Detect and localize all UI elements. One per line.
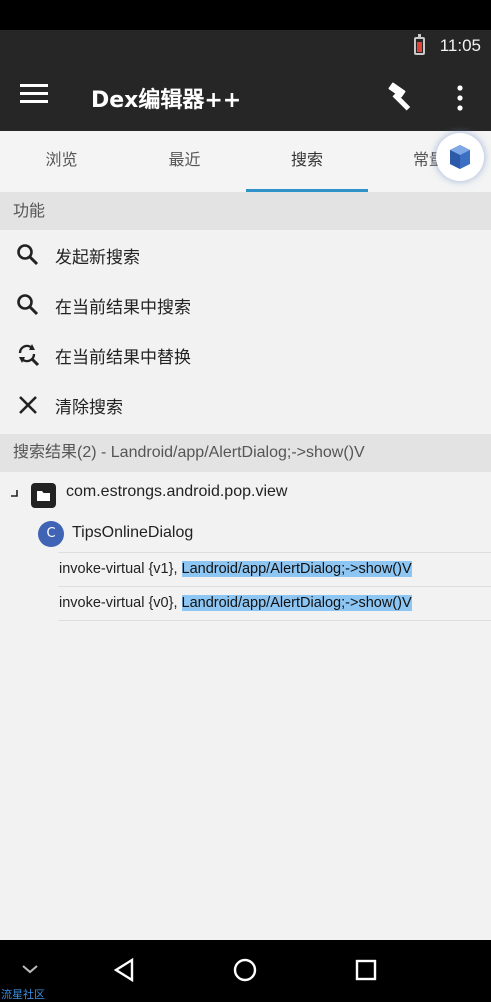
match-highlight: Landroid/app/AlertDialog;->show()V	[181, 561, 412, 577]
app-title: Dex编辑器++	[91, 88, 242, 113]
match-prefix: invoke-virtual {v1},	[59, 561, 182, 577]
app-toolbar: Dex编辑器++	[0, 62, 491, 131]
battery-icon	[414, 34, 425, 55]
search-in-results-action[interactable]: 在当前结果中搜索	[0, 280, 491, 330]
folder-icon	[31, 483, 56, 508]
status-time: 11:05	[439, 36, 481, 55]
new-search-action[interactable]: 发起新搜索	[0, 230, 491, 280]
match-highlight: Landroid/app/AlertDialog;->show()V	[181, 595, 412, 611]
results-header: 搜索结果(2) - Landroid/app/AlertDialog;->sho…	[0, 434, 491, 472]
class-tree-node[interactable]: C TipsOnlineDialog	[0, 512, 491, 552]
clear-search-label: 清除搜索	[55, 397, 123, 418]
match-row[interactable]: invoke-virtual {v1}, Landroid/app/AlertD…	[58, 552, 491, 586]
tab-recent[interactable]: 最近	[123, 131, 246, 192]
tab-search[interactable]: 搜索	[246, 131, 368, 192]
main-content: 功能 发起新搜索 在当前结果中搜索 在当前结果中替换 清除搜索 搜索结果(2) …	[0, 192, 491, 940]
floating-cube-button[interactable]	[436, 133, 484, 181]
class-name: TipsOnlineDialog	[72, 524, 194, 541]
search-icon	[17, 294, 39, 316]
hamburger-menu-icon[interactable]	[20, 84, 48, 110]
status-bar: 11:05	[0, 0, 491, 62]
replace-in-results-action[interactable]: 在当前结果中替换	[0, 330, 491, 380]
package-name: com.estrongs.android.pop.view	[66, 483, 288, 500]
class-badge-icon: C	[38, 521, 64, 547]
hammer-icon[interactable]	[385, 80, 419, 114]
recents-square-icon[interactable]	[354, 958, 378, 982]
new-search-label: 发起新搜索	[55, 247, 140, 268]
find-replace-icon	[18, 344, 40, 367]
home-circle-icon[interactable]	[232, 957, 258, 983]
system-nav-bar	[0, 940, 491, 1000]
cube-icon	[450, 145, 470, 169]
tab-browse[interactable]: 浏览	[0, 131, 123, 192]
search-in-results-label: 在当前结果中搜索	[55, 297, 191, 318]
tree-expanded-icon	[11, 490, 18, 497]
chevron-down-icon[interactable]	[20, 962, 40, 976]
functions-header: 功能	[0, 192, 491, 230]
more-vert-icon[interactable]	[449, 84, 471, 112]
match-row[interactable]: invoke-virtual {v0}, Landroid/app/AlertD…	[58, 586, 491, 621]
search-icon	[17, 244, 39, 266]
close-icon	[19, 396, 37, 414]
tab-bar: 浏览 最近 搜索 常量	[0, 131, 491, 192]
back-triangle-icon[interactable]	[112, 957, 138, 983]
replace-in-results-label: 在当前结果中替换	[55, 347, 191, 368]
match-prefix: invoke-virtual {v0},	[59, 595, 182, 611]
clear-search-action[interactable]: 清除搜索	[0, 380, 491, 430]
package-tree-node[interactable]: com.estrongs.android.pop.view	[0, 472, 491, 512]
